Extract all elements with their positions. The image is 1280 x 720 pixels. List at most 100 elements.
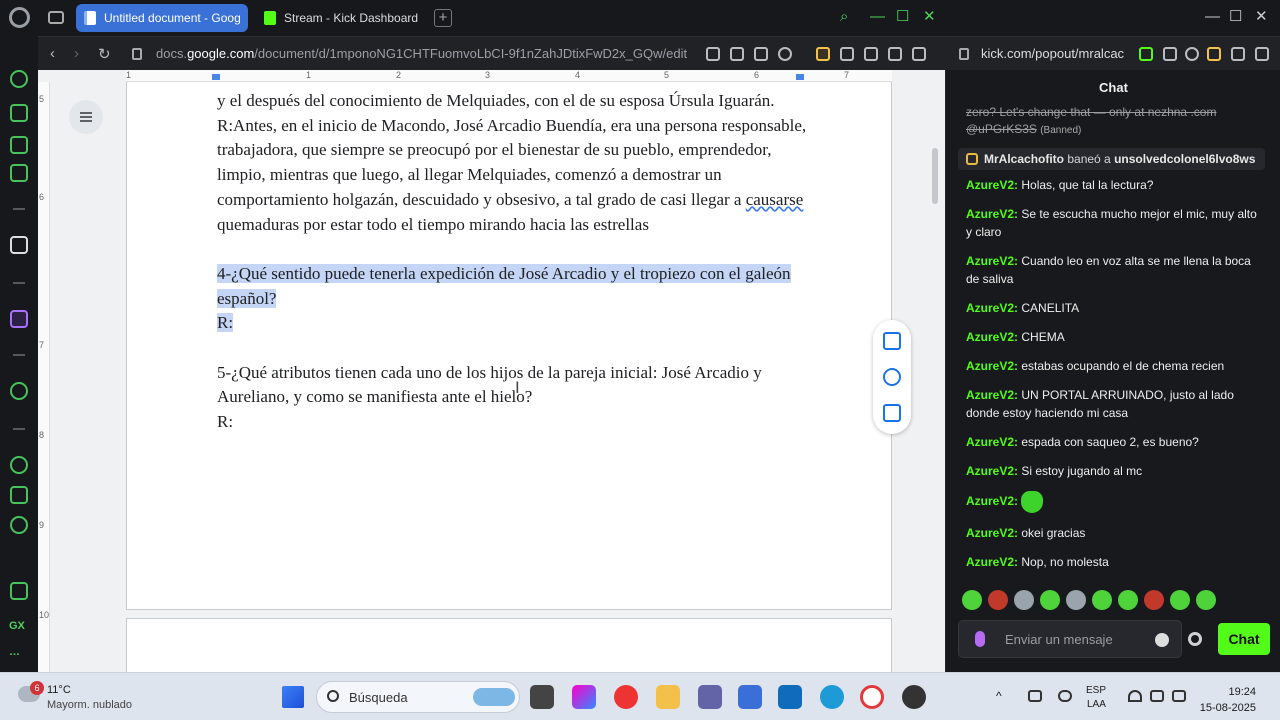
popout-maximize-button[interactable]: ☐ [1229, 8, 1242, 26]
popout-minimize-button[interactable]: — [1205, 8, 1220, 26]
share-icon[interactable] [1255, 47, 1269, 61]
gx-control-icon[interactable] [10, 104, 28, 122]
document-page-2[interactable] [126, 618, 892, 672]
pin-icon[interactable] [706, 47, 720, 61]
speed-dial-icon[interactable] [10, 70, 28, 88]
verified-shield-icon[interactable] [1139, 47, 1153, 61]
maximize-button[interactable]: ☐ [896, 8, 909, 26]
wifi-icon[interactable] [1128, 690, 1142, 702]
chat-username[interactable]: AzureV2: [966, 207, 1018, 221]
emote-icon[interactable] [1092, 590, 1112, 610]
popout-close-button[interactable]: ✕ [1255, 8, 1268, 26]
store-icon[interactable] [738, 685, 762, 709]
history-icon[interactable] [10, 456, 28, 474]
emote-icon[interactable] [1170, 590, 1190, 610]
document-outline-button[interactable] [69, 100, 103, 134]
emoji-reaction-icon[interactable] [883, 368, 901, 386]
system-clock[interactable]: 19:24 15-08-2025 [1194, 684, 1256, 716]
emoji-picker-icon[interactable] [1155, 633, 1169, 647]
chat-username[interactable]: AzureV2: [966, 526, 1018, 540]
tray-overflow-icon[interactable]: ^ [996, 689, 1002, 703]
back-button[interactable]: ‹ [50, 45, 55, 62]
forward-button[interactable]: › [74, 45, 79, 62]
heart-icon[interactable] [1185, 47, 1199, 61]
chat-username[interactable]: AzureV2: [966, 330, 1018, 344]
chat-username[interactable]: AzureV2: [966, 359, 1018, 373]
extensions-icon[interactable] [1231, 47, 1245, 61]
chat-username[interactable]: AzureV2: [966, 435, 1018, 449]
moderator-name[interactable]: MrAlcachofito [984, 152, 1064, 166]
menu-icon[interactable] [912, 47, 926, 61]
gx-mods-icon[interactable] [10, 582, 28, 600]
emote-icon[interactable] [1196, 590, 1216, 610]
new-tab-button[interactable]: + [434, 9, 452, 27]
tab-google-docs[interactable]: Untitled document - Goog [76, 4, 248, 32]
close-button[interactable]: ✕ [923, 8, 936, 26]
player-icon[interactable] [1163, 47, 1177, 61]
minimize-button[interactable]: — [870, 8, 885, 26]
send-chat-button[interactable]: Chat [1218, 623, 1270, 655]
lock-icon[interactable] [959, 48, 969, 60]
gx-label[interactable]: GX [9, 620, 25, 632]
document-scrollbar[interactable] [932, 148, 938, 204]
weather-temperature[interactable]: 11°C [47, 684, 71, 696]
banned-user-name[interactable]: unsolvedcolonel6lvo8ws [1114, 152, 1255, 166]
player-icon[interactable] [754, 47, 768, 61]
misspelled-word[interactable]: causarse [746, 190, 804, 209]
chat-username[interactable]: AzureV2: [966, 555, 1018, 569]
app-icon[interactable] [902, 685, 926, 709]
horizontal-ruler[interactable]: 1 1 2 3 4 5 6 7 [126, 70, 892, 82]
download-icon[interactable] [888, 47, 902, 61]
url-field[interactable]: docs.google.com/document/d/1mponoNG1CHTF… [156, 46, 687, 61]
extension-crown-icon[interactable] [1207, 47, 1221, 61]
outlook-icon[interactable] [778, 685, 802, 709]
microphone-icon[interactable] [975, 631, 985, 647]
heart-icon[interactable] [778, 47, 792, 61]
extensions-sidebar-icon[interactable] [10, 486, 28, 504]
battery-icon[interactable] [1172, 690, 1186, 702]
share-icon[interactable] [864, 47, 878, 61]
extension-crown-icon[interactable] [816, 47, 830, 61]
kick-sidebar-icon[interactable] [10, 236, 28, 254]
chat-message-input[interactable]: Enviar un mensaje [958, 620, 1182, 658]
sidebar-more-icon[interactable]: … [9, 646, 20, 658]
language-top[interactable]: ESP [1086, 685, 1106, 696]
opera-logo-icon[interactable] [9, 7, 30, 28]
settings-icon[interactable] [10, 516, 28, 534]
edge-icon[interactable] [820, 685, 844, 709]
document-page[interactable]: y el después del conocimiento de Melquia… [126, 82, 892, 610]
kick-url-field[interactable]: kick.com/popout/mralcac [981, 46, 1131, 61]
microphone-tray-icon[interactable] [1058, 690, 1072, 702]
teams-icon[interactable] [698, 685, 722, 709]
chat-username[interactable]: AzureV2: [966, 494, 1018, 508]
chrome-icon[interactable] [614, 685, 638, 709]
lock-icon[interactable] [132, 48, 142, 60]
language-bottom[interactable]: LAA [1087, 699, 1106, 710]
emote-icon[interactable] [1144, 590, 1164, 610]
green-frog-emote-icon[interactable] [1021, 491, 1044, 513]
chat-username[interactable]: AzureV2: [966, 254, 1018, 268]
file-explorer-icon[interactable] [656, 685, 680, 709]
player-sidebar-icon[interactable] [10, 382, 28, 400]
extensions-icon[interactable] [840, 47, 854, 61]
gx-cleaner-icon[interactable] [10, 136, 28, 154]
tab-kick-dashboard[interactable]: Stream - Kick Dashboard [256, 4, 426, 32]
emote-icon[interactable] [962, 590, 982, 610]
emote-icon[interactable] [1118, 590, 1138, 610]
twitch-icon[interactable] [10, 310, 28, 328]
taskbar-search[interactable]: Búsqueda [316, 681, 520, 713]
emote-icon[interactable] [1066, 590, 1086, 610]
snapshot-icon[interactable] [730, 47, 744, 61]
reload-button[interactable]: ↻ [98, 45, 111, 63]
emote-icon[interactable] [1040, 590, 1060, 610]
windows-start-icon[interactable] [282, 686, 304, 708]
emote-icon[interactable] [988, 590, 1008, 610]
chat-settings-icon[interactable] [1188, 632, 1202, 646]
emote-icon[interactable] [1014, 590, 1034, 610]
add-comment-icon[interactable] [883, 332, 901, 350]
chat-username[interactable]: AzureV2: [966, 301, 1018, 315]
search-tabs-icon[interactable]: ⌕ [840, 8, 848, 26]
chat-username[interactable]: AzureV2: [966, 388, 1018, 402]
suggest-edits-icon[interactable] [883, 404, 901, 422]
left-indent-marker[interactable] [212, 74, 220, 80]
